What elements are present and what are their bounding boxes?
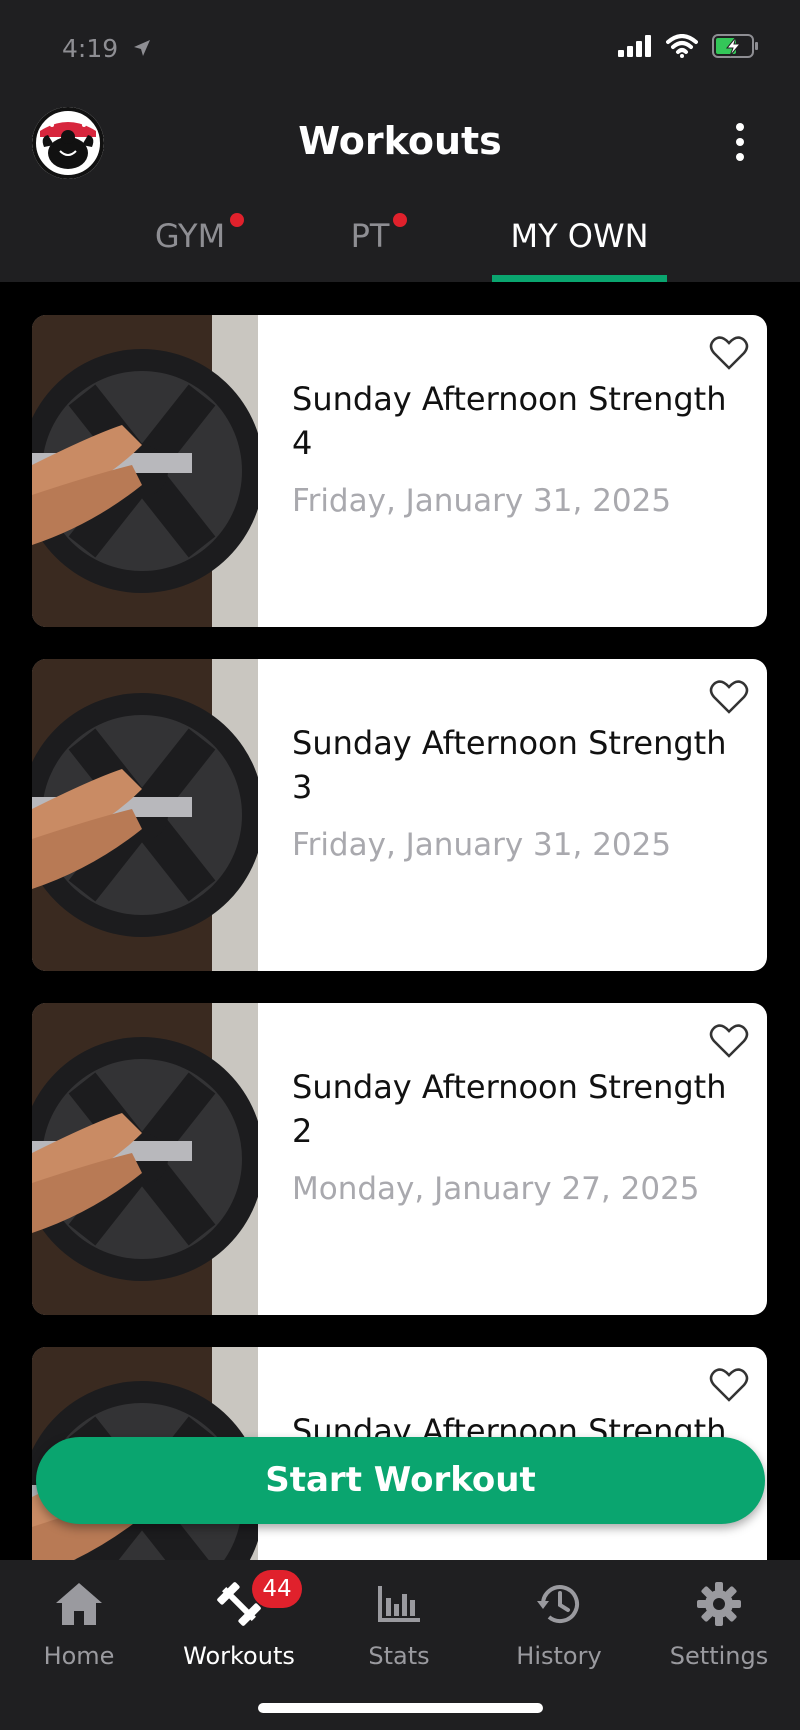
workout-thumbnail [32, 659, 258, 971]
workout-date: Monday, January 27, 2025 [292, 1171, 700, 1207]
tab-gym-notification-dot [230, 213, 244, 227]
nav-stats[interactable]: Stats [324, 1574, 474, 1670]
active-tab-indicator [492, 275, 667, 282]
nav-workouts-label: Workouts [183, 1642, 295, 1670]
tab-my-own-label: MY OWN [510, 217, 649, 255]
workout-card[interactable]: Sunday Afternoon Strength 2 Monday, Janu… [32, 1003, 767, 1315]
tab-my-own[interactable]: MY OWN [492, 205, 667, 282]
nav-history[interactable]: History [484, 1574, 634, 1670]
tab-pt-notification-dot [393, 213, 407, 227]
workout-tabs: GYM PT MY OWN [0, 205, 800, 282]
heart-icon[interactable] [709, 1367, 749, 1403]
workout-date: Friday, January 31, 2025 [292, 827, 672, 863]
wifi-icon [666, 34, 698, 58]
page-title: Workouts [298, 119, 502, 163]
workout-title: Sunday Afternoon Strength 2 [292, 1068, 727, 1150]
workout-title: Sunday Afternoon Strength 3 [292, 724, 727, 806]
nav-settings-label: Settings [669, 1642, 769, 1670]
nav-settings[interactable]: Settings [644, 1574, 794, 1670]
workout-date: Friday, January 31, 2025 [292, 483, 672, 519]
heart-icon[interactable] [709, 1023, 749, 1059]
workout-card[interactable]: Sunday Afternoon Strength 4 Friday, Janu… [32, 315, 767, 627]
gear-icon [697, 1582, 741, 1626]
app-header: Workouts GYM PT MY OWN [0, 95, 800, 282]
workout-title: Sunday Afternoon Strength 4 [292, 380, 727, 462]
location-arrow-icon [134, 40, 150, 56]
nav-workouts[interactable]: Workouts 44 [164, 1570, 314, 1670]
battery-charging-icon [712, 34, 758, 58]
workouts-count-badge: 44 [252, 1570, 302, 1608]
workout-thumbnail [32, 1003, 258, 1315]
cellular-signal-icon [618, 35, 651, 57]
workout-card[interactable]: Sunday Afternoon Strength 3 Friday, Janu… [32, 659, 767, 971]
heart-icon[interactable] [709, 335, 749, 371]
heart-icon[interactable] [709, 679, 749, 715]
status-bar: 4:19 [0, 0, 800, 95]
home-icon [56, 1583, 102, 1625]
tab-pt-label: PT [350, 217, 390, 255]
nav-stats-label: Stats [368, 1642, 430, 1670]
status-icons [618, 34, 760, 58]
history-icon [537, 1585, 579, 1623]
start-workout-button[interactable]: Start Workout [36, 1437, 765, 1524]
nav-home[interactable]: Home [4, 1574, 154, 1670]
more-vertical-icon[interactable] [730, 123, 750, 163]
nav-home-label: Home [43, 1642, 115, 1670]
bar-chart-icon [378, 1586, 420, 1622]
home-indicator[interactable] [258, 1703, 543, 1713]
tab-gym-label: GYM [154, 217, 226, 255]
status-time: 4:19 [62, 34, 119, 63]
workout-thumbnail [32, 315, 258, 627]
nav-history-label: History [516, 1642, 602, 1670]
